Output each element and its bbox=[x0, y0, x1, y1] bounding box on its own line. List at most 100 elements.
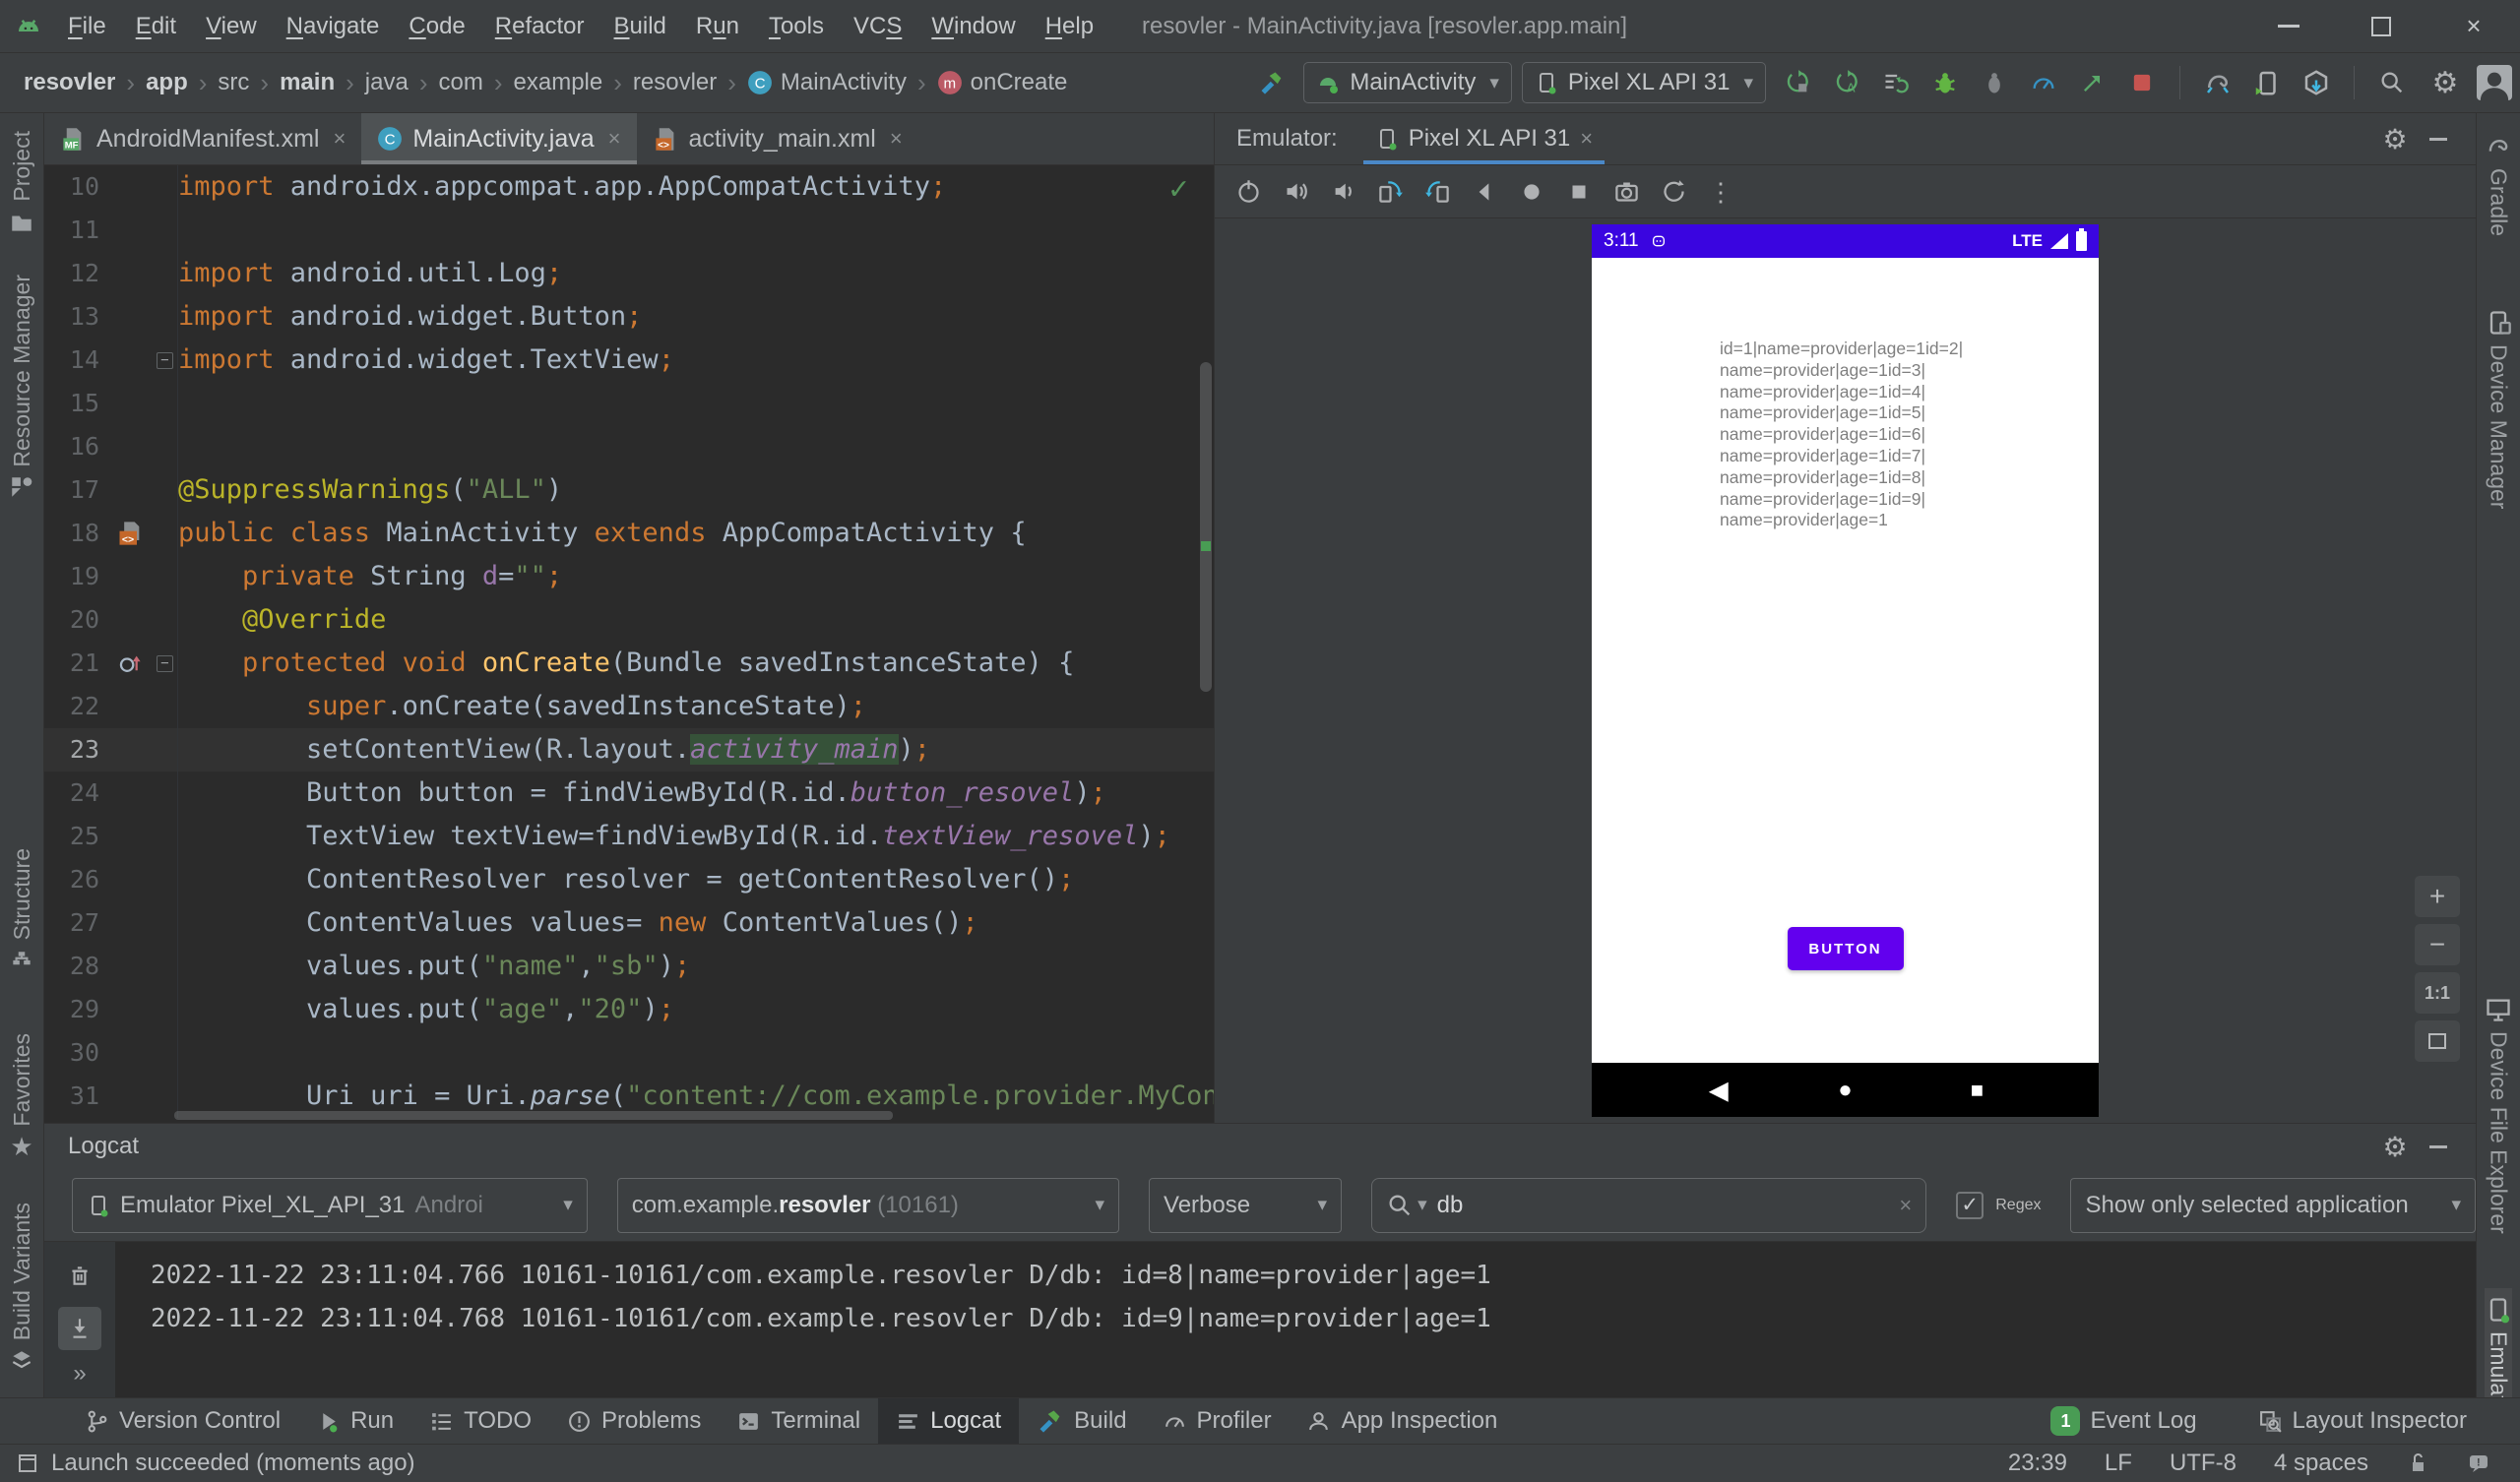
menu-tools[interactable]: Tools bbox=[754, 13, 839, 40]
line-number[interactable]: 23 bbox=[44, 728, 107, 772]
related-layout-icon[interactable]: <> bbox=[116, 520, 144, 547]
code-editor[interactable]: 10 import androidx.appcompat.app.AppCompa… bbox=[44, 165, 1214, 1123]
stop-icon[interactable] bbox=[2120, 61, 2164, 104]
menu-code[interactable]: Code bbox=[394, 13, 479, 40]
toolwindow-button-app-inspection[interactable]: App Inspection bbox=[1290, 1398, 1516, 1444]
rotate-left-icon[interactable] bbox=[1370, 170, 1410, 214]
notifications-icon[interactable]: ! bbox=[2467, 1451, 2490, 1475]
status-item-4-spaces[interactable]: 4 spaces bbox=[2274, 1450, 2368, 1477]
attach-debugger-icon[interactable] bbox=[1973, 61, 2016, 104]
tool-stripe-gradle[interactable]: Gradle bbox=[2485, 125, 2512, 244]
line-number[interactable]: 25 bbox=[44, 815, 107, 858]
toolwindow-button-terminal[interactable]: Terminal bbox=[719, 1398, 878, 1444]
scroll-to-end-icon[interactable] bbox=[58, 1307, 101, 1350]
clear-logcat-icon[interactable] bbox=[58, 1254, 101, 1297]
clear-search-icon[interactable]: × bbox=[1899, 1193, 1912, 1218]
line-number[interactable]: 22 bbox=[44, 685, 107, 728]
home-button[interactable]: ● bbox=[1838, 1077, 1853, 1104]
menu-build[interactable]: Build bbox=[599, 13, 681, 40]
menu-refactor[interactable]: Refactor bbox=[480, 13, 599, 40]
line-number[interactable]: 15 bbox=[44, 382, 107, 425]
line-number[interactable]: 16 bbox=[44, 425, 107, 468]
settings-gear-icon[interactable]: ⚙ bbox=[2373, 1125, 2417, 1168]
power-icon[interactable] bbox=[1228, 170, 1268, 214]
overview-icon[interactable] bbox=[1559, 170, 1599, 214]
toolwindow-button-todo[interactable]: TODO bbox=[411, 1398, 549, 1444]
toolwindow-button-layout-inspector[interactable]: Layout Inspector bbox=[2240, 1398, 2485, 1444]
sync-icon[interactable] bbox=[1874, 61, 1918, 104]
tool-stripe-device-manager[interactable]: Device Manager bbox=[2485, 301, 2512, 517]
toolwindow-button-problems[interactable]: Problems bbox=[549, 1398, 719, 1444]
profile-restart-icon[interactable] bbox=[2071, 61, 2114, 104]
line-number[interactable]: 13 bbox=[44, 295, 107, 339]
log-scope-select[interactable]: Show only selected application ▾ bbox=[2070, 1177, 2477, 1233]
tab-MainActivity.java[interactable]: C MainActivity.java × bbox=[361, 113, 637, 164]
hide-panel-icon[interactable] bbox=[2417, 117, 2460, 160]
volume-up-icon[interactable] bbox=[1276, 170, 1315, 214]
avatar[interactable] bbox=[2477, 65, 2512, 100]
line-number[interactable]: 24 bbox=[44, 772, 107, 815]
menu-help[interactable]: Help bbox=[1031, 13, 1108, 40]
close-tab-icon[interactable]: × bbox=[333, 126, 346, 152]
menu-vcs[interactable]: VCS bbox=[839, 13, 916, 40]
line-number[interactable]: 14 bbox=[44, 339, 107, 382]
tool-stripe-resource-manager[interactable]: Resource Manager bbox=[9, 267, 35, 509]
zoom-in-button[interactable]: + bbox=[2415, 876, 2460, 917]
device-filter-select[interactable]: Emulator Pixel_XL_API_31 Androi ▾ bbox=[72, 1177, 588, 1233]
toolwindow-button-version-control[interactable]: Version Control bbox=[67, 1398, 298, 1444]
search-everywhere-icon[interactable] bbox=[2370, 61, 2414, 104]
rotate-right-icon[interactable] bbox=[1418, 170, 1457, 214]
regex-checkbox[interactable]: ✓ Regex bbox=[1956, 1191, 2041, 1219]
sdk-manager-icon[interactable] bbox=[2295, 61, 2338, 104]
close-tab-icon[interactable]: × bbox=[890, 126, 903, 152]
toolwindow-button-logcat[interactable]: Logcat bbox=[878, 1398, 1020, 1444]
line-number[interactable]: 11 bbox=[44, 209, 107, 252]
breadcrumb-item-example[interactable]: example bbox=[512, 69, 605, 96]
status-item-lf[interactable]: LF bbox=[2105, 1450, 2132, 1477]
unlock-icon[interactable] bbox=[2406, 1451, 2429, 1475]
line-number[interactable]: 30 bbox=[44, 1031, 107, 1075]
apply-code-changes-icon[interactable]: A bbox=[1825, 61, 1868, 104]
status-item-23-39[interactable]: 23:39 bbox=[2008, 1450, 2067, 1477]
toolwindow-button-profiler[interactable]: Profiler bbox=[1145, 1398, 1290, 1444]
menu-view[interactable]: View bbox=[191, 13, 272, 40]
device-select[interactable]: Pixel XL API 31 ▾ bbox=[1521, 62, 1766, 103]
line-number[interactable]: 29 bbox=[44, 988, 107, 1031]
breadcrumb-item-mainactivity[interactable]: C MainActivity bbox=[745, 69, 909, 96]
tool-stripe-project[interactable]: Project bbox=[9, 123, 35, 243]
home-icon[interactable] bbox=[1512, 170, 1551, 214]
emulator-device-tab[interactable]: Pixel XL API 31 × bbox=[1362, 113, 1606, 164]
back-icon[interactable] bbox=[1465, 170, 1504, 214]
zoom-reset-button[interactable]: 1:1 bbox=[2415, 972, 2460, 1014]
breadcrumb-item-resovler[interactable]: resovler bbox=[22, 69, 117, 96]
menu-navigate[interactable]: Navigate bbox=[272, 13, 395, 40]
menu-file[interactable]: File bbox=[53, 13, 121, 40]
zoom-fit-button[interactable] bbox=[2415, 1020, 2460, 1062]
screenshot-icon[interactable] bbox=[1606, 170, 1646, 214]
settings-gear-icon[interactable]: ⚙ bbox=[2373, 117, 2417, 160]
logcat-search-input[interactable]: ▾ db × bbox=[1371, 1177, 1927, 1233]
settings-gear-icon[interactable]: ⚙ bbox=[2424, 61, 2467, 104]
profile-icon[interactable] bbox=[2022, 61, 2065, 104]
line-number[interactable]: 17 bbox=[44, 468, 107, 512]
line-number[interactable]: 10 bbox=[44, 165, 107, 209]
tool-stripe-favorites[interactable]: Favorites ★ bbox=[9, 1025, 35, 1168]
inspection-ok-icon[interactable]: ✓ bbox=[1169, 169, 1188, 207]
line-number[interactable]: 19 bbox=[44, 555, 107, 598]
more-icon[interactable]: ⋮ bbox=[1701, 170, 1740, 214]
fold-marker-icon[interactable]: − bbox=[157, 654, 173, 672]
line-number[interactable]: 28 bbox=[44, 945, 107, 988]
line-number[interactable]: 12 bbox=[44, 252, 107, 295]
expand-toolbar-icon[interactable]: » bbox=[73, 1360, 86, 1388]
tab-activity_main.xml[interactable]: <> activity_main.xml × bbox=[637, 113, 918, 164]
breadcrumb-item-oncreate[interactable]: m onCreate bbox=[935, 69, 1070, 96]
menu-run[interactable]: Run bbox=[681, 13, 754, 40]
volume-down-icon[interactable] bbox=[1323, 170, 1362, 214]
emulator-screen[interactable]: 3:11 LTE id=1|name=provider|age=1id=2| na… bbox=[1592, 224, 2099, 1117]
breadcrumb-item-com[interactable]: com bbox=[436, 69, 484, 96]
toolwindow-button-event-log[interactable]: 1 Event Log bbox=[2033, 1398, 2214, 1444]
breadcrumb-item-java[interactable]: java bbox=[363, 69, 410, 96]
rerun-icon[interactable] bbox=[1776, 61, 1819, 104]
status-item-utf-8[interactable]: UTF-8 bbox=[2170, 1450, 2236, 1477]
overview-button[interactable]: ■ bbox=[1971, 1078, 1984, 1103]
